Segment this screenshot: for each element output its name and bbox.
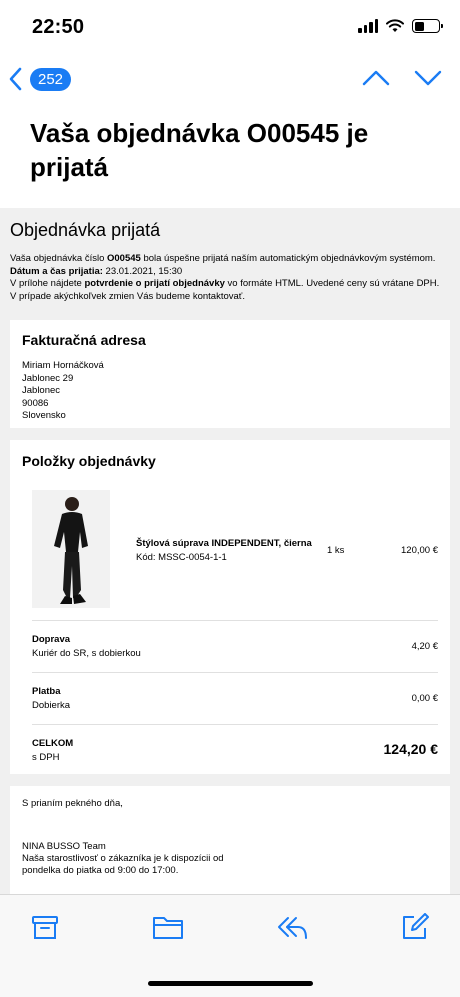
- billing-street: Jablonec 29: [22, 372, 74, 384]
- email-body: Objednávka prijatá Vaša objednávka číslo…: [0, 208, 460, 894]
- billing-city: Jablonec: [22, 385, 61, 396]
- payment-label: Platba: [32, 686, 61, 697]
- shipping-label: Doprava: [32, 634, 71, 645]
- billing-name: Miriam Hornáčková: [22, 360, 104, 371]
- intro-line-1: Vaša objednávka číslo O00545 bola úspešn…: [10, 253, 436, 264]
- total-row: CELKOM s DPH 124,20 €: [32, 724, 438, 774]
- move-to-folder-button[interactable]: [152, 913, 184, 946]
- total-price: 124,20 €: [383, 741, 439, 757]
- archive-icon: [32, 916, 58, 939]
- product-quantity: 1 ks: [327, 545, 345, 556]
- payment-description: Dobierka: [32, 700, 71, 711]
- order-intro: Objednávka prijatá Vaša objednávka číslo…: [0, 208, 460, 303]
- status-bar: 22:50: [0, 0, 460, 58]
- greeting: S prianím pekného dňa,: [22, 798, 123, 809]
- team-name: NINA BUSSO Team: [22, 841, 106, 852]
- next-message-button[interactable]: [414, 68, 442, 93]
- back-chevron-icon: [9, 67, 22, 91]
- order-number: O00545: [107, 253, 141, 264]
- status-time: 22:50: [32, 16, 85, 38]
- product-photo: [32, 490, 110, 608]
- archive-button[interactable]: [30, 913, 60, 946]
- payment-price: 0,00 €: [411, 693, 438, 704]
- down-arrow-icon: [414, 70, 442, 86]
- product-image[interactable]: [32, 490, 110, 608]
- compose-icon: [403, 913, 429, 939]
- total-description: s DPH: [32, 752, 60, 763]
- email-subject: Vaša objednávka O00545 je prijatá: [30, 118, 369, 182]
- shipping-description: Kuriér do SR, s dobierkou: [32, 648, 141, 659]
- intro-line-3: V prípade akýchkoľvek zmien Vás budeme k…: [10, 290, 245, 302]
- folder-icon: [153, 917, 183, 939]
- intro-date-line: Dátum a čas prijatia: 23.01.2021, 15:30: [10, 265, 183, 277]
- billing-title: Fakturačná adresa: [22, 332, 146, 348]
- back-button[interactable]: 252: [8, 66, 72, 92]
- reply-button[interactable]: [276, 913, 308, 946]
- items-title: Položky objednávky: [22, 453, 156, 469]
- shipping-row: Doprava Kuriér do SR, s dobierkou 4,20 €: [32, 620, 438, 672]
- up-arrow-icon: [362, 70, 390, 86]
- billing-zip: 90086: [22, 397, 49, 409]
- message-navigation: [362, 68, 442, 93]
- product-price: 120,00 €: [401, 545, 438, 556]
- mail-navigation-bar: 252: [0, 58, 460, 106]
- support-line-2: pondelka do piatka od 9:00 do 17:00.: [22, 865, 179, 876]
- email-subject-area: Vaša objednávka O00545 je prijatá: [0, 106, 460, 208]
- intro-line-2: V prílohe nájdete potvrdenie o prijatí o…: [10, 278, 440, 289]
- total-label: CELKOM: [32, 738, 74, 749]
- billing-country: Slovensko: [22, 410, 66, 421]
- compose-button[interactable]: [400, 913, 430, 946]
- status-icons: [358, 19, 443, 33]
- billing-address-card: Fakturačná adresa Miriam Hornáčková Jabl…: [10, 320, 450, 428]
- order-heading: Objednávka prijatá: [10, 220, 161, 240]
- battery-icon: [412, 19, 443, 33]
- signature-card: S prianím pekného dňa, NINA BUSSO Team N…: [10, 786, 450, 894]
- shipping-price: 4,20 €: [411, 641, 438, 652]
- payment-row: Platba Dobierka 0,00 €: [32, 672, 438, 724]
- home-indicator: [148, 981, 313, 986]
- product-code: Kód: MSSC-0054-1-1: [136, 552, 227, 563]
- product-name[interactable]: Štýlová súprava INDEPENDENT, čierna: [136, 538, 312, 549]
- unread-count-badge: 252: [30, 67, 72, 91]
- support-line-1: Naša starostlivosť o zákazníka je k disp…: [22, 853, 224, 864]
- cellular-signal-icon: [358, 19, 378, 33]
- order-items-card: Položky objednávky Štýlová súprava INDEP…: [10, 440, 450, 774]
- wifi-icon: [386, 19, 404, 32]
- previous-message-button[interactable]: [362, 68, 390, 93]
- reply-icon: [278, 917, 307, 939]
